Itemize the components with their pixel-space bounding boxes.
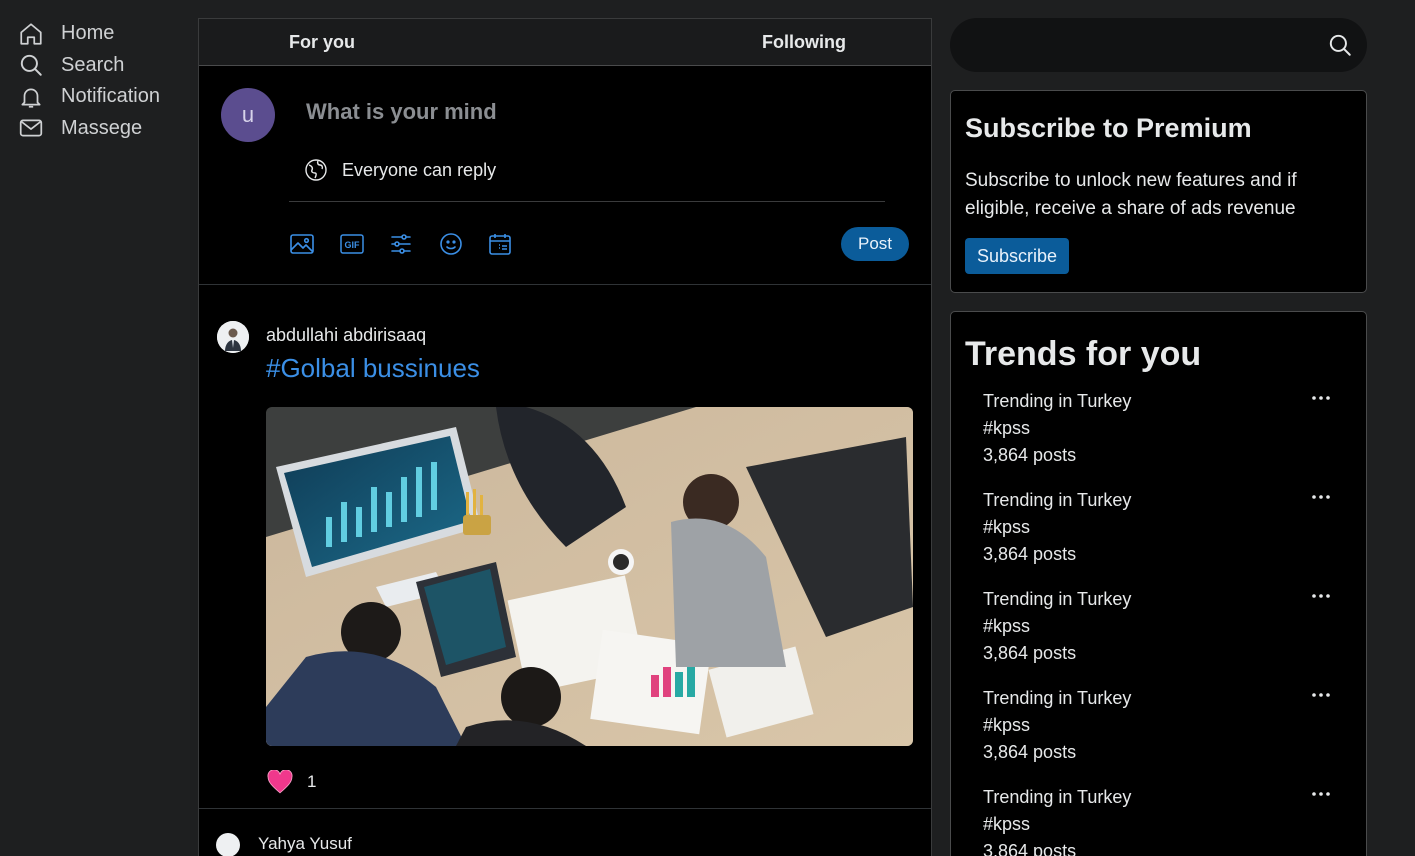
mail-icon bbox=[16, 113, 46, 143]
post-composer: u Everyone can reply GIF bbox=[199, 66, 931, 285]
trend-tag: #kpss bbox=[983, 814, 1031, 834]
trend-post-count: 3,864 posts bbox=[983, 445, 1077, 465]
gif-icon[interactable]: GIF bbox=[339, 231, 365, 257]
nav-item-search[interactable]: Search bbox=[16, 50, 191, 82]
more-icon[interactable] bbox=[1311, 586, 1331, 606]
composer-divider bbox=[289, 201, 885, 202]
search-bar bbox=[950, 18, 1367, 72]
app: Home Search Notification Massege For you… bbox=[0, 0, 1415, 856]
nav-label-notification: Notification bbox=[61, 85, 160, 108]
trends-title: Trends for you bbox=[965, 335, 1202, 373]
composer-toolbar: GIF bbox=[289, 231, 537, 257]
nav-label-massege: Massege bbox=[61, 116, 143, 139]
post-author-name[interactable]: Yahya Yusuf bbox=[258, 834, 352, 854]
trend-item[interactable]: Trending in Turkey #kpss 3,864 posts bbox=[983, 586, 1353, 685]
trend-context: Trending in Turkey bbox=[983, 490, 1132, 510]
reply-scope-label: Everyone can reply bbox=[342, 159, 497, 180]
poll-icon[interactable] bbox=[388, 231, 414, 257]
more-icon[interactable] bbox=[1311, 685, 1331, 705]
trend-item[interactable]: Trending in Turkey #kpss 3,864 posts bbox=[983, 388, 1353, 487]
avatar[interactable]: u bbox=[221, 88, 275, 142]
bell-icon bbox=[16, 82, 46, 112]
trend-post-count: 3,864 posts bbox=[983, 742, 1077, 762]
trend-item[interactable]: Trending in Turkey #kpss 3,864 posts bbox=[983, 487, 1353, 586]
nav-item-massege[interactable]: Massege bbox=[16, 113, 191, 145]
like-count: 1 bbox=[307, 772, 317, 791]
feed-column: For you Following u Everyone can reply G… bbox=[198, 18, 932, 856]
image-icon[interactable] bbox=[289, 231, 315, 257]
trend-context: Trending in Turkey bbox=[983, 589, 1132, 609]
search-icon[interactable] bbox=[1327, 32, 1353, 58]
premium-title: Subscribe to Premium bbox=[965, 113, 1252, 143]
post-button[interactable]: Post bbox=[841, 227, 909, 261]
more-icon[interactable] bbox=[1311, 784, 1331, 804]
reply-scope-button[interactable]: Everyone can reply bbox=[304, 158, 496, 182]
svg-text:GIF: GIF bbox=[344, 240, 360, 250]
globe-icon bbox=[304, 158, 328, 182]
emoji-icon[interactable] bbox=[438, 231, 464, 257]
nav-item-home[interactable]: Home bbox=[16, 18, 191, 50]
trend-context: Trending in Turkey bbox=[983, 688, 1132, 708]
premium-description: Subscribe to unlock new features and if … bbox=[965, 170, 1297, 219]
tab-for-you[interactable]: For you bbox=[289, 32, 355, 53]
trend-tag: #kpss bbox=[983, 517, 1031, 537]
trend-post-count: 3,864 posts bbox=[983, 643, 1077, 663]
post-card: abdullahi abdirisaaq #Golbal bussinues 1 bbox=[199, 285, 931, 809]
trend-post-count: 3,864 posts bbox=[983, 841, 1077, 856]
compose-input[interactable] bbox=[306, 99, 806, 125]
search-icon bbox=[16, 50, 46, 80]
nav-label-home: Home bbox=[61, 22, 115, 45]
like-row: 1 bbox=[267, 770, 316, 794]
trend-post-count: 3,864 posts bbox=[983, 544, 1077, 564]
heart-icon[interactable] bbox=[267, 770, 293, 794]
post-image[interactable] bbox=[266, 407, 913, 746]
trend-tag: #kpss bbox=[983, 418, 1031, 438]
search-input[interactable] bbox=[970, 18, 1310, 72]
trend-tag: #kpss bbox=[983, 616, 1031, 636]
trend-context: Trending in Turkey bbox=[983, 787, 1132, 807]
nav-label-search: Search bbox=[61, 53, 125, 76]
post-hashtag-link[interactable]: #Golbal bussinues bbox=[266, 353, 480, 384]
trend-item[interactable]: Trending in Turkey #kpss 3,864 posts bbox=[983, 784, 1353, 856]
nav-item-notification[interactable]: Notification bbox=[16, 81, 191, 113]
trend-list: Trending in Turkey #kpss 3,864 posts Tre… bbox=[983, 388, 1353, 856]
subscribe-button[interactable]: Subscribe bbox=[965, 238, 1069, 274]
trends-card: Trends for you Trending in Turkey #kpss … bbox=[950, 311, 1367, 856]
trend-context: Trending in Turkey bbox=[983, 391, 1132, 411]
more-icon[interactable] bbox=[1311, 388, 1331, 408]
more-icon[interactable] bbox=[1311, 487, 1331, 507]
home-icon bbox=[16, 19, 46, 49]
schedule-icon[interactable] bbox=[487, 231, 513, 257]
left-nav: Home Search Notification Massege bbox=[16, 18, 191, 144]
author-avatar[interactable] bbox=[216, 833, 240, 856]
feed-tabs: For you Following bbox=[199, 18, 931, 66]
right-sidebar: Subscribe to Premium Subscribe to unlock… bbox=[950, 18, 1367, 856]
post-author-name[interactable]: abdullahi abdirisaaq bbox=[266, 325, 426, 346]
author-avatar[interactable] bbox=[217, 321, 249, 353]
tab-following[interactable]: Following bbox=[762, 32, 846, 53]
premium-card: Subscribe to Premium Subscribe to unlock… bbox=[950, 90, 1367, 293]
post-card: Yahya Yusuf bbox=[199, 809, 931, 856]
trend-tag: #kpss bbox=[983, 715, 1031, 735]
trend-item[interactable]: Trending in Turkey #kpss 3,864 posts bbox=[983, 685, 1353, 784]
